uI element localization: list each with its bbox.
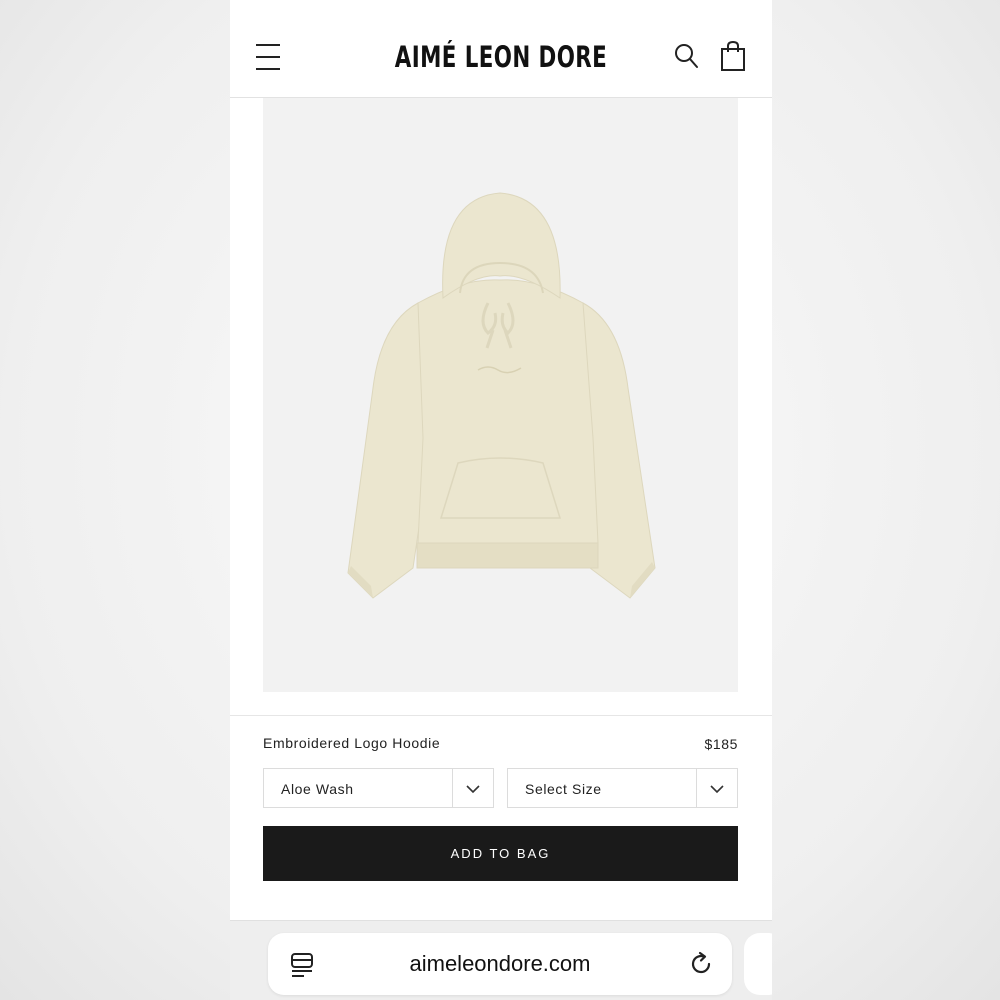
color-select[interactable]: Aloe Wash: [263, 768, 494, 808]
size-select-value: Select Size: [525, 781, 602, 797]
next-tab-preview[interactable]: [744, 933, 772, 995]
menu-icon[interactable]: [256, 44, 280, 72]
divider: [230, 715, 772, 716]
size-select[interactable]: Select Size: [507, 768, 738, 808]
product-name: Embroidered Logo Hoodie: [263, 735, 441, 751]
reload-icon[interactable]: [688, 951, 714, 977]
browser-toolbar: aimeleondore.com: [230, 921, 772, 1000]
url-text: aimeleondore.com: [409, 951, 591, 976]
search-icon[interactable]: [673, 42, 699, 70]
product-image[interactable]: [263, 98, 738, 692]
site-header: AIMÉ LEON DORE: [230, 0, 772, 98]
address-bar[interactable]: aimeleondore.com: [268, 933, 732, 995]
chevron-down-icon: [710, 785, 724, 794]
product-price: $185: [704, 736, 738, 752]
color-select-value: Aloe Wash: [281, 781, 354, 797]
hoodie-image: [347, 192, 656, 599]
phone-screen: AIMÉ LEON DORE Embroidered Logo Hoodie $…: [230, 0, 772, 1000]
chevron-down-icon: [466, 785, 480, 794]
shopping-bag-icon[interactable]: [719, 40, 747, 72]
add-to-bag-button[interactable]: ADD TO BAG: [263, 826, 738, 881]
brand-logo[interactable]: AIMÉ LEON DORE: [279, 40, 723, 74]
